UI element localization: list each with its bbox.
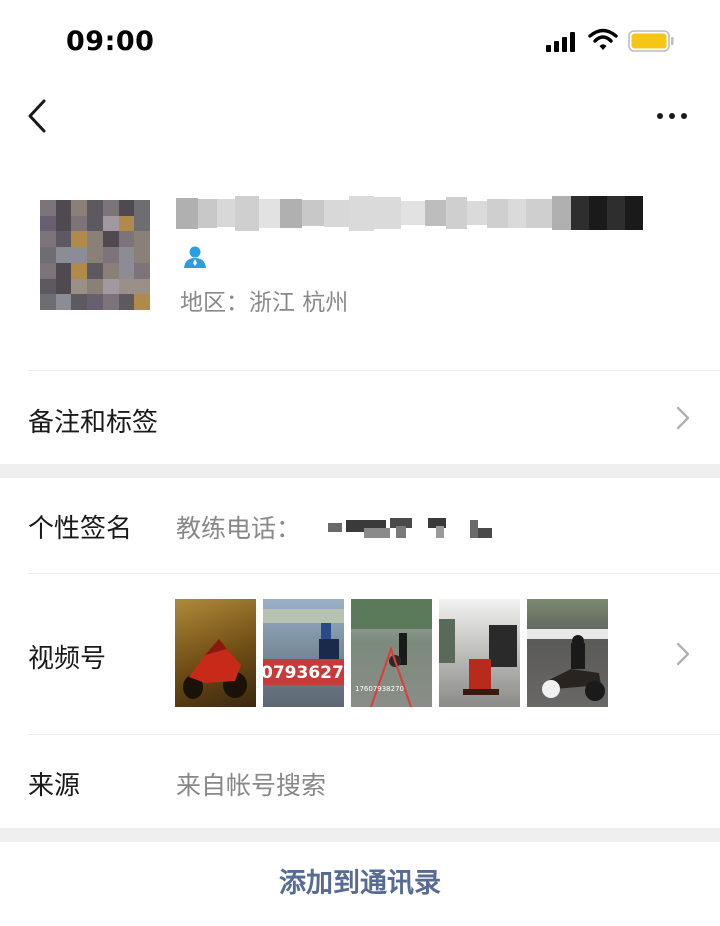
status-bar: 09:00 <box>0 0 720 82</box>
remark-label: 备注和标签 <box>28 408 159 438</box>
section-separator <box>0 464 720 478</box>
signature-label: 个性签名 <box>28 514 133 544</box>
source-label: 来源 <box>28 771 81 801</box>
source-value: 来自帐号搜索 <box>176 771 327 800</box>
divider <box>28 370 720 371</box>
battery-icon <box>628 30 674 52</box>
signature-value: 教练电话： <box>176 514 302 543</box>
channel-video-thumbnail[interactable] <box>527 599 608 707</box>
thumbnail-caption: 17607938270 <box>355 685 404 693</box>
channel-video-thumbnail[interactable] <box>439 599 520 707</box>
cellular-signal-icon <box>546 32 578 52</box>
signature-phone-pixelated <box>328 514 498 540</box>
contact-person-icon <box>184 246 206 268</box>
divider <box>28 734 720 735</box>
section-separator <box>0 828 720 842</box>
channels-label: 视频号 <box>28 644 107 674</box>
profile-name-pixelated <box>176 188 656 238</box>
more-options-icon[interactable] <box>652 100 692 130</box>
thumbnail-caption: 0793627 <box>263 663 344 683</box>
channel-video-thumbnail[interactable] <box>175 599 256 707</box>
remark-and-tags-row[interactable]: 备注和标签 <box>0 372 720 464</box>
back-button[interactable] <box>20 96 56 136</box>
channel-video-thumbnail[interactable]: 17607938270 <box>351 599 432 707</box>
chevron-right-icon <box>676 406 690 430</box>
channels-thumbnails: 0793627 17607938270 <box>175 599 608 707</box>
avatar[interactable] <box>40 200 150 310</box>
status-time: 09:00 <box>66 26 155 57</box>
channel-video-thumbnail[interactable]: 0793627 <box>263 599 344 707</box>
add-to-contacts-button[interactable]: 添加到通讯录 <box>0 842 720 926</box>
profile-region: 地区：浙江 杭州 <box>180 290 349 316</box>
wifi-icon <box>588 28 618 50</box>
chevron-right-icon <box>676 642 690 666</box>
